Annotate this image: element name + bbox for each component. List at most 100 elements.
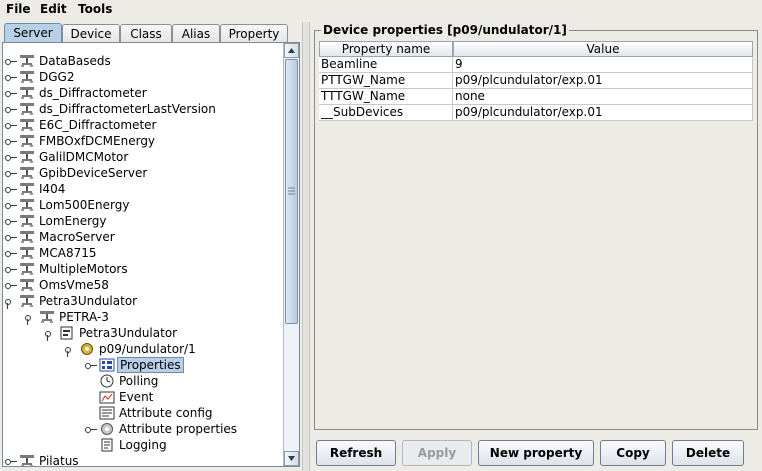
collapsed-handle-icon[interactable] — [5, 197, 17, 213]
collapsed-handle-icon[interactable] — [85, 357, 97, 373]
tree-node[interactable]: E6C_Diffractometer — [3, 117, 283, 133]
tree-node-label[interactable]: E6C_Diffractometer — [37, 117, 158, 133]
collapsed-handle-icon[interactable] — [5, 117, 17, 133]
scroll-down-button[interactable] — [284, 451, 299, 466]
tree-node[interactable]: Attribute properties — [3, 421, 283, 437]
tree-node-label[interactable]: FMBOxfDCMEnergy — [37, 133, 157, 149]
tree-node[interactable]: GpibDeviceServer — [3, 165, 283, 181]
collapsed-handle-icon[interactable] — [5, 133, 17, 149]
property-name-cell[interactable]: Beamline — [319, 57, 453, 73]
server-tree[interactable]: DataBaseds DGG2 ds_Diffractometer ds_Diffra… — [2, 42, 300, 467]
tree-node-label[interactable]: ds_DiffractometerLastVersion — [37, 101, 218, 117]
property-name-cell[interactable]: TTTGW_Name — [319, 89, 453, 105]
collapsed-handle-icon[interactable] — [5, 229, 17, 245]
tree-node-label[interactable]: ds_Diffractometer — [37, 85, 149, 101]
table-row[interactable]: PTTGW_Name p09/plcundulator/exp.01 — [319, 73, 753, 89]
collapsed-handle-icon[interactable] — [5, 165, 17, 181]
tree-node[interactable]: DataBaseds — [3, 53, 283, 69]
table-row[interactable]: Beamline 9 — [319, 57, 753, 73]
tree-node-label[interactable]: p09/undulator/1 — [97, 341, 198, 357]
tree-node-label[interactable]: Properties — [117, 357, 184, 373]
tree-node-label[interactable]: Logging — [117, 437, 169, 453]
tab-property[interactable]: Property — [220, 24, 288, 43]
scroll-up-button[interactable] — [284, 43, 299, 58]
split-divider[interactable] — [302, 22, 310, 471]
apply-button[interactable]: Apply — [402, 440, 472, 466]
tree-node-label[interactable]: MCA8715 — [37, 245, 98, 261]
tree-node[interactable]: DGG2 — [3, 69, 283, 85]
tree-node[interactable]: Lom500Energy — [3, 197, 283, 213]
collapsed-handle-icon[interactable] — [5, 261, 17, 277]
tree-node-label[interactable]: Lom500Energy — [37, 197, 131, 213]
tree-node-label[interactable]: PETRA-3 — [57, 309, 111, 325]
refresh-button[interactable]: Refresh — [316, 440, 396, 466]
tab-alias[interactable]: Alias — [172, 24, 220, 43]
property-name-cell[interactable]: PTTGW_Name — [319, 73, 453, 89]
tree-node[interactable]: GalilDMCMotor — [3, 149, 283, 165]
collapsed-handle-icon[interactable] — [5, 69, 17, 85]
tree-node[interactable]: PETRA-3 — [3, 309, 283, 325]
property-value-cell[interactable]: p09/plcundulator/exp.01 — [453, 105, 753, 121]
copy-button[interactable]: Copy — [600, 440, 666, 466]
tree-scrollbar[interactable] — [283, 43, 299, 466]
expanded-handle-icon[interactable] — [65, 341, 74, 357]
tree-node[interactable]: FMBOxfDCMEnergy — [3, 133, 283, 149]
collapsed-handle-icon[interactable] — [85, 421, 97, 437]
tree-node-label[interactable]: MacroServer — [37, 229, 117, 245]
expanded-handle-icon[interactable] — [5, 293, 14, 309]
tree-node[interactable]: MCA8715 — [3, 245, 283, 261]
tab-device[interactable]: Device — [62, 24, 120, 43]
tree-node-label[interactable]: Attribute config — [117, 405, 215, 421]
expanded-handle-icon[interactable] — [45, 325, 54, 341]
tree-node-label[interactable]: MultipleMotors — [37, 261, 130, 277]
scroll-thumb[interactable] — [285, 59, 298, 324]
tree-node-label[interactable]: DGG2 — [37, 69, 76, 85]
tree-node[interactable]: Polling — [3, 373, 283, 389]
property-value-cell[interactable]: none — [453, 89, 753, 105]
tree-node[interactable]: ds_DiffractometerLastVersion — [3, 101, 283, 117]
collapsed-handle-icon[interactable] — [5, 277, 17, 293]
tree-node[interactable]: ds_Diffractometer — [3, 85, 283, 101]
tree-node[interactable]: p09/undulator/1 — [3, 341, 283, 357]
tree-node[interactable]: LomEnergy — [3, 213, 283, 229]
collapsed-handle-icon[interactable] — [5, 245, 17, 261]
tree-node[interactable]: Logging — [3, 437, 283, 453]
tree-node-label[interactable]: Attribute properties — [117, 421, 239, 437]
column-header-property-name[interactable]: Property name — [319, 41, 453, 57]
collapsed-handle-icon[interactable] — [5, 181, 17, 197]
menu-edit[interactable]: Edit — [40, 2, 67, 16]
tree-node[interactable]: I404 — [3, 181, 283, 197]
collapsed-handle-icon[interactable] — [5, 149, 17, 165]
tree-node-label[interactable]: Petra3Undulator — [37, 293, 139, 309]
property-value-cell[interactable]: p09/plcundulator/exp.01 — [453, 73, 753, 89]
property-value-cell[interactable]: 9 — [453, 57, 753, 73]
tree-node[interactable]: Properties — [3, 357, 283, 373]
tree-node[interactable]: MacroServer — [3, 229, 283, 245]
property-name-cell[interactable]: __SubDevices — [319, 105, 453, 121]
tree-node-label[interactable]: GpibDeviceServer — [37, 165, 149, 181]
collapsed-handle-icon[interactable] — [5, 453, 17, 466]
new-property-button[interactable]: New property — [478, 440, 594, 466]
tree-node[interactable]: Pilatus — [3, 453, 283, 466]
table-row[interactable]: __SubDevices p09/plcundulator/exp.01 — [319, 105, 753, 121]
tab-server[interactable]: Server — [4, 23, 62, 44]
menu-file[interactable]: File — [6, 2, 31, 16]
tab-class[interactable]: Class — [120, 24, 172, 43]
tree-node-label[interactable]: LomEnergy — [37, 213, 109, 229]
tree-node-label[interactable]: GalilDMCMotor — [37, 149, 130, 165]
collapsed-handle-icon[interactable] — [5, 53, 17, 69]
tree-node-label[interactable]: Event — [117, 389, 155, 405]
delete-button[interactable]: Delete — [672, 440, 744, 466]
tree-node-label[interactable]: Polling — [117, 373, 160, 389]
tree-node-label[interactable]: Pilatus — [37, 453, 81, 466]
tree-node[interactable]: OmsVme58 — [3, 277, 283, 293]
expanded-handle-icon[interactable] — [25, 309, 34, 325]
tree-node-label[interactable]: Petra3Undulator — [77, 325, 179, 341]
collapsed-handle-icon[interactable] — [5, 85, 17, 101]
collapsed-handle-icon[interactable] — [5, 213, 17, 229]
tree-node-label[interactable]: I404 — [37, 181, 67, 197]
tree-node[interactable]: Petra3Undulator — [3, 293, 283, 309]
tree-node[interactable]: Petra3Undulator — [3, 325, 283, 341]
column-header-value[interactable]: Value — [453, 41, 753, 57]
collapsed-handle-icon[interactable] — [5, 101, 17, 117]
